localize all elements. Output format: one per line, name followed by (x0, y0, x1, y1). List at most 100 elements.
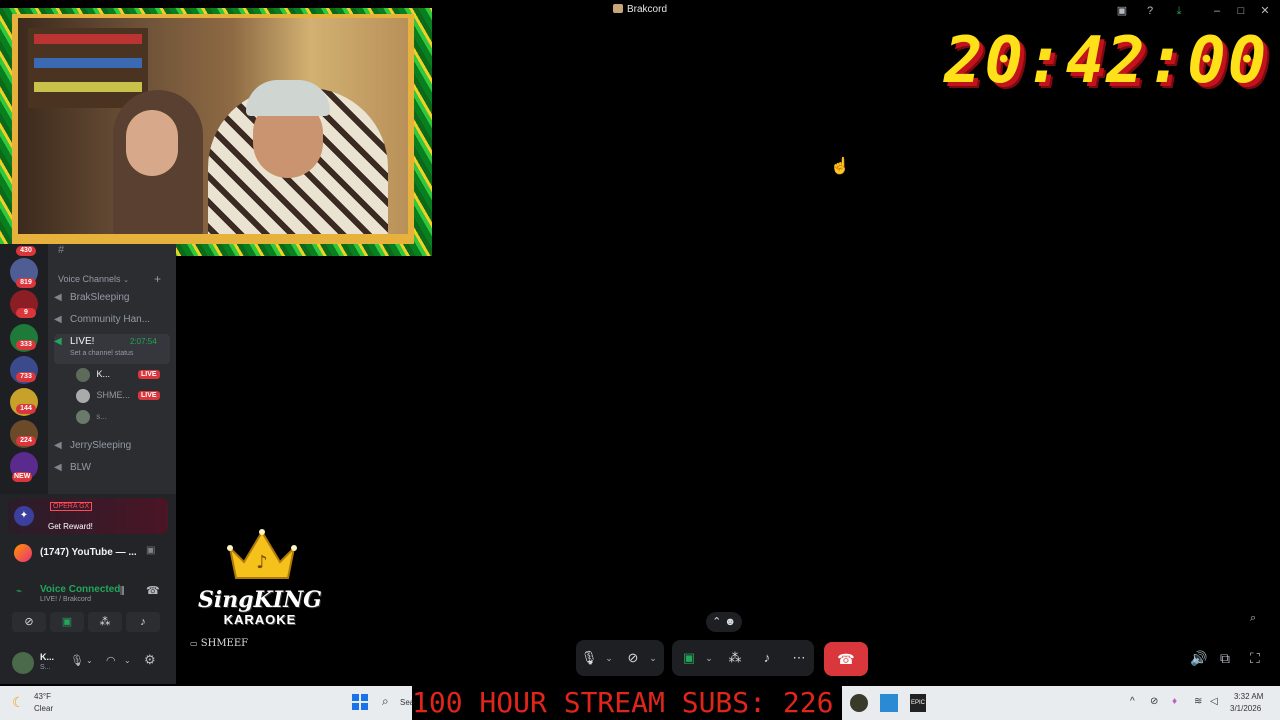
speaker-icon: ◀ (54, 314, 62, 325)
person-right-cap (246, 80, 330, 116)
channel-status[interactable]: Set a channel status (70, 344, 133, 364)
weather-temp[interactable]: 43°F (34, 692, 51, 701)
more-options-icon[interactable]: ⋯ (786, 640, 812, 676)
channel-jerry-sleeping[interactable]: ◀ JerrySleeping (54, 436, 170, 456)
stream-clock: 20:42:00 (944, 24, 1269, 98)
avatar (76, 410, 90, 424)
screen-share-icon[interactable]: ▣ (1114, 3, 1130, 19)
live-badge: LIVE (138, 391, 160, 400)
chevron-down-icon[interactable]: ⌄ (86, 656, 93, 665)
member-row[interactable]: s... (76, 410, 172, 426)
channel-brak-sleeping[interactable]: ◀ BrakSleeping (54, 288, 170, 308)
speaker-icon: ◀ (54, 462, 62, 473)
channel-name: BLW (70, 462, 91, 473)
stream-name: SHMEEF (200, 638, 249, 649)
crown-icon: ♪ (227, 529, 297, 579)
screen-icon: ▭ (190, 639, 198, 648)
noise-suppression-icon[interactable]: ⫼ (120, 586, 125, 597)
chevron-up-icon[interactable]: ^ (1130, 696, 1135, 707)
tray-icon[interactable]: ♦ (1172, 696, 1177, 707)
minimize-icon[interactable]: – (1209, 3, 1225, 19)
download-icon[interactable]: ⤓ (1171, 3, 1187, 19)
weather-moon-icon: ☾ (12, 694, 25, 710)
microphone-icon[interactable]: 🎙 (70, 654, 84, 667)
channel-live[interactable]: ◀ LIVE! 2:07:54 Set a channel status (54, 334, 170, 364)
chevron-down-icon: ⌄ (123, 277, 129, 284)
member-row[interactable]: SHME... LIVE (76, 389, 172, 405)
wifi-icon[interactable]: ≋ (1194, 696, 1202, 707)
microphone-icon[interactable]: 🎙 (576, 640, 602, 676)
disconnect-icon[interactable]: ☎ (146, 584, 160, 597)
promo-cta[interactable]: Get Reward! (48, 522, 93, 531)
brand-karaoke: KARAOKE (223, 612, 297, 627)
svg-text:♪: ♪ (256, 552, 268, 573)
stream-preview-icon[interactable]: ▣ (146, 545, 155, 556)
server-badge: 224 (16, 436, 36, 446)
end-call-button[interactable]: ☎ (824, 642, 868, 676)
app-logo-icon (612, 4, 623, 13)
speaker-icon: ◀ (54, 292, 62, 303)
soundboard-icon[interactable]: ♪ (754, 640, 780, 676)
epic-games-icon[interactable]: EPIC (910, 694, 926, 712)
voice-status: ⌁ Voice Connected LIVE! / Brakcord ⫼ ☎ (8, 578, 168, 608)
promo-banner[interactable]: ✦ OPERA GX Get Reward! (8, 498, 168, 534)
windows-start-icon[interactable] (352, 694, 368, 710)
stream-ticker: 100 HOUR STREAM SUBS: 226 (412, 686, 842, 720)
chevron-down-icon[interactable]: ⌄ (646, 640, 660, 676)
server-badge: 9 (16, 308, 36, 318)
screen-share-icon[interactable]: ▣ (676, 640, 702, 676)
camera-off-button[interactable]: ⊘ (12, 612, 46, 632)
member-name: SHME... (96, 390, 131, 401)
shelf-items (34, 34, 142, 44)
help-icon[interactable]: ? (1142, 3, 1158, 19)
avatar (76, 389, 90, 403)
channel-blw[interactable]: ◀ BLW (54, 458, 170, 478)
maximize-icon[interactable]: □ (1233, 3, 1249, 19)
fullscreen-icon[interactable]: ⛶ (1250, 650, 1260, 667)
channel-name: JerrySleeping (70, 440, 132, 451)
avatar[interactable] (12, 652, 34, 674)
clock-time[interactable]: 3:32 AM (1234, 692, 1263, 701)
member-row[interactable]: K... LIVE (76, 368, 172, 384)
mouse-cursor-icon: ☝ (830, 158, 850, 175)
pop-out-icon[interactable]: ⧉ (1220, 650, 1230, 667)
stream-row-label: (1747) YouTube — ... (40, 547, 137, 558)
chevron-down-icon[interactable]: ⌄ (124, 656, 131, 665)
close-icon[interactable]: ✕ (1257, 3, 1273, 19)
brand-king: KING (253, 587, 322, 613)
channel-community[interactable]: ◀ Community Han... (54, 310, 170, 330)
channel-list: # Voice Channels ⌄ + ◀ BrakSleeping ◀ Comm… (48, 244, 176, 494)
headset-icon[interactable]: ◠ (106, 654, 116, 667)
avatar (76, 368, 90, 382)
voice-status-label: Voice Connected (40, 584, 121, 595)
clock-date[interactable]: 3/1/2026 (1230, 704, 1261, 713)
channel-timer: 2:07:54 (130, 337, 157, 346)
camera-off-icon[interactable]: ⊘ (620, 640, 646, 676)
chevron-down-icon[interactable]: ⌄ (602, 640, 616, 676)
screen-share-button[interactable]: ▣ (50, 612, 84, 632)
volume-icon[interactable]: 🔊 (1190, 650, 1207, 667)
voice-channels-header[interactable]: Voice Channels ⌄ (58, 274, 129, 284)
taskbar-app-icon[interactable] (880, 694, 898, 712)
channel-name: Community Han... (70, 314, 151, 325)
stream-row[interactable]: (1747) YouTube — ... ▣ (8, 542, 168, 564)
settings-gear-icon[interactable]: ⚙ (144, 652, 156, 668)
activities-button[interactable]: ⁂ (88, 612, 122, 632)
search-icon[interactable]: ⌕ (382, 694, 389, 709)
zoom-icon[interactable]: ⌕ (1250, 612, 1256, 625)
server-badge: 819 (16, 278, 36, 288)
show-participants-button[interactable]: ⌃ ☻ (706, 612, 742, 632)
taskbar-app-icon[interactable] (850, 694, 868, 712)
server-badge: 144 (16, 404, 36, 414)
add-channel-icon[interactable]: + (154, 272, 161, 286)
chevron-down-icon[interactable]: ⌄ (702, 640, 716, 676)
soundboard-button[interactable]: ♪ (126, 612, 160, 632)
tray-icon[interactable]: ⊘ (1150, 696, 1158, 707)
live-badge: LIVE (138, 370, 160, 379)
volume-icon[interactable]: ◁ (1210, 696, 1218, 707)
user-status: S... (40, 664, 51, 671)
activities-icon[interactable]: ⁂ (722, 640, 748, 676)
voice-location[interactable]: LIVE! / Brakcord (40, 596, 91, 603)
shelf-items (34, 58, 142, 68)
stream-name-tag: ▭ SHMEEF (190, 638, 248, 649)
